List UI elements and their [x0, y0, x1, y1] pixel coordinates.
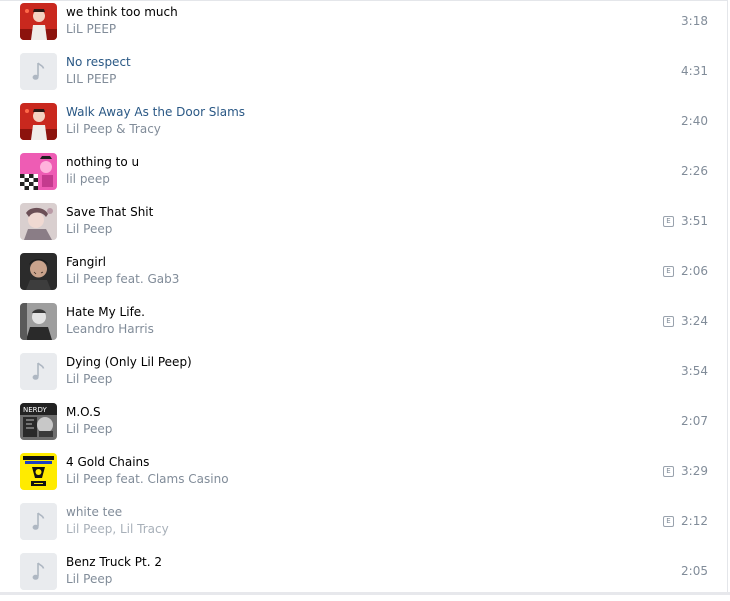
album-cover[interactable]: [20, 3, 57, 40]
track-artist[interactable]: Lil Peep feat. Clams Casino: [66, 472, 229, 486]
track-duration: 3:51: [681, 214, 708, 228]
track-row[interactable]: white tee Lil Peep, Lil Tracy E 2:12: [0, 501, 728, 551]
track-duration: 3:54: [681, 364, 708, 378]
explicit-badge-icon: E: [663, 466, 674, 477]
track-artist[interactable]: Lil Peep: [66, 572, 112, 586]
track-artist[interactable]: Lil Peep: [66, 422, 112, 436]
track-row[interactable]: Hate My Life. Leandro Harris E 3:24: [0, 301, 728, 351]
album-cover[interactable]: [20, 203, 57, 240]
explicit-badge-icon: E: [663, 516, 674, 527]
track-duration: 4:31: [681, 64, 708, 78]
album-cover[interactable]: [20, 253, 57, 290]
track-row[interactable]: NERDY M.O.S Lil Peep 2:07: [0, 401, 728, 451]
track-duration: 2:40: [681, 114, 708, 128]
track-artist[interactable]: LiL PEEP: [66, 22, 116, 36]
track-title[interactable]: No respect: [66, 55, 131, 69]
track-artist[interactable]: Lil Peep feat. Gab3: [66, 272, 179, 286]
track-list: we think too much LiL PEEP 3:18 No respect L…: [0, 0, 728, 595]
track-title[interactable]: 4 Gold Chains: [66, 455, 149, 469]
track-duration: 3:24: [681, 314, 708, 328]
music-note-placeholder-icon[interactable]: [20, 353, 57, 390]
explicit-badge-icon: E: [663, 266, 674, 277]
track-artist[interactable]: lil peep: [66, 172, 110, 186]
album-cover[interactable]: NERDY: [20, 403, 57, 440]
album-cover[interactable]: [20, 303, 57, 340]
track-duration: 2:07: [681, 414, 708, 428]
track-title[interactable]: Hate My Life.: [66, 305, 145, 319]
track-duration: 2:12: [681, 514, 708, 528]
track-duration: 2:05: [681, 564, 708, 578]
track-row[interactable]: Fangirl Lil Peep feat. Gab3 E 2:06: [0, 251, 728, 301]
explicit-badge-icon: E: [663, 216, 674, 227]
track-title[interactable]: white tee: [66, 505, 122, 519]
track-title[interactable]: Benz Truck Pt. 2: [66, 555, 162, 569]
track-row[interactable]: Dying (Only Lil Peep) Lil Peep 3:54: [0, 351, 728, 401]
album-cover[interactable]: [20, 103, 57, 140]
track-row[interactable]: Walk Away As the Door Slams Lil Peep & Tr…: [0, 101, 728, 151]
track-duration: 2:06: [681, 264, 708, 278]
track-artist[interactable]: Lil Peep & Tracy: [66, 122, 161, 136]
track-duration: 2:26: [681, 164, 708, 178]
track-artist[interactable]: LIL PEEP: [66, 72, 116, 86]
music-note-placeholder-icon[interactable]: [20, 53, 57, 90]
track-title[interactable]: nothing to u: [66, 155, 139, 169]
track-title[interactable]: Dying (Only Lil Peep): [66, 355, 192, 369]
track-title[interactable]: Save That Shit: [66, 205, 153, 219]
track-title[interactable]: M.O.S: [66, 405, 101, 419]
track-duration: 3:29: [681, 464, 708, 478]
album-cover[interactable]: [20, 153, 57, 190]
music-note-placeholder-icon[interactable]: [20, 503, 57, 540]
track-artist[interactable]: Leandro Harris: [66, 322, 154, 336]
album-cover[interactable]: [20, 453, 57, 490]
track-row[interactable]: nothing to u lil peep 2:26: [0, 151, 728, 201]
track-row[interactable]: No respect LIL PEEP 4:31: [0, 51, 728, 101]
music-note-placeholder-icon[interactable]: [20, 553, 57, 590]
track-artist[interactable]: Lil Peep, Lil Tracy: [66, 522, 169, 536]
explicit-badge-icon: E: [663, 316, 674, 327]
track-row[interactable]: we think too much LiL PEEP 3:18: [0, 1, 728, 51]
track-artist[interactable]: Lil Peep: [66, 222, 112, 236]
track-duration: 3:18: [681, 14, 708, 28]
svg-text:NERDY: NERDY: [23, 406, 48, 414]
track-row[interactable]: 4 Gold Chains Lil Peep feat. Clams Casino…: [0, 451, 728, 501]
track-row[interactable]: Save That Shit Lil Peep E 3:51: [0, 201, 728, 251]
track-artist[interactable]: Lil Peep: [66, 372, 112, 386]
track-title[interactable]: Walk Away As the Door Slams: [66, 105, 245, 119]
track-title[interactable]: we think too much: [66, 5, 178, 19]
track-title[interactable]: Fangirl: [66, 255, 106, 269]
